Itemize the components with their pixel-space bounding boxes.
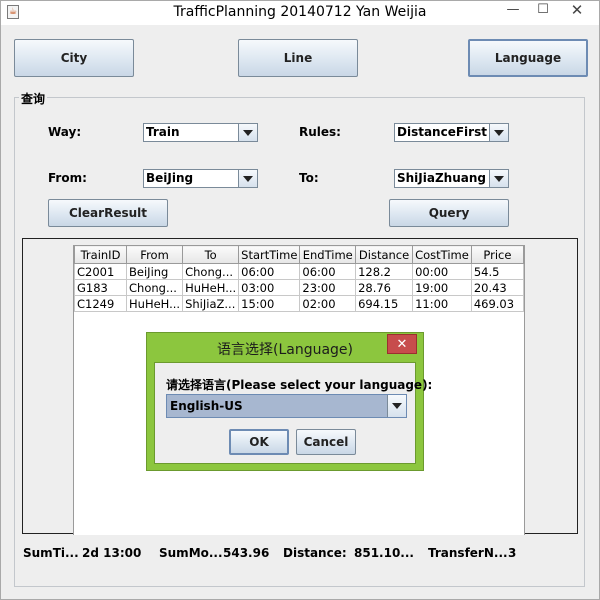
- table-cell[interactable]: 19:00: [412, 279, 472, 296]
- clear-result-button[interactable]: ClearResult: [48, 199, 168, 227]
- table-cell[interactable]: 128.2: [355, 263, 414, 280]
- column-header[interactable]: StartTime: [238, 245, 301, 264]
- close-window-button[interactable]: ✕: [558, 1, 596, 21]
- table-cell[interactable]: Chong...: [126, 279, 184, 296]
- column-header[interactable]: To: [182, 245, 240, 264]
- transfer-label: TransferN...: [428, 546, 508, 560]
- chevron-down-icon[interactable]: [489, 170, 508, 187]
- rules-select-value: DistanceFirst: [397, 125, 487, 139]
- table-cell[interactable]: 06:00: [299, 263, 357, 280]
- table-row[interactable]: G183 Chong... HuHeH... 03:00 23:00 28.76…: [73, 279, 525, 296]
- column-header[interactable]: TrainID: [73, 245, 128, 264]
- distance-label: Distance:: [283, 546, 347, 560]
- way-select[interactable]: Train: [143, 123, 258, 142]
- language-dialog: 语言选择(Language) ✕ 请选择语言(Please select you…: [146, 332, 432, 471]
- table-cell[interactable]: 00:00: [412, 263, 472, 280]
- way-label: Way:: [48, 125, 82, 139]
- table-cell[interactable]: 11:00: [412, 295, 472, 312]
- minimize-button[interactable]: —: [498, 1, 528, 21]
- dialog-title: 语言选择(Language): [216, 342, 353, 358]
- table-cell[interactable]: 694.15: [355, 295, 414, 312]
- column-header[interactable]: Distance: [355, 245, 414, 264]
- close-icon[interactable]: ✕: [387, 334, 417, 354]
- main-window: ☕ TrafficPlanning 20140712 Yan Weijia — …: [0, 0, 600, 600]
- to-select-value: ShiJiaZhuang: [397, 171, 486, 185]
- line-button[interactable]: Line: [238, 39, 358, 77]
- language-prompt: 请选择语言(Please select your language):: [166, 378, 433, 392]
- language-button[interactable]: Language: [468, 39, 588, 77]
- column-header[interactable]: EndTime: [299, 245, 357, 264]
- query-group-legend: 查询: [19, 90, 48, 107]
- column-header[interactable]: From: [126, 245, 184, 264]
- chevron-down-icon[interactable]: [489, 124, 508, 141]
- sum-money-value: 543.96: [223, 546, 270, 560]
- table-cell[interactable]: 28.76: [355, 279, 414, 296]
- table-header-row: TrainID From To StartTime EndTime Distan…: [73, 245, 525, 264]
- table-cell[interactable]: BeiJing: [126, 263, 184, 280]
- from-select[interactable]: BeiJing: [143, 169, 258, 188]
- table-cell[interactable]: ShiJiaZ...: [182, 295, 240, 312]
- table-row[interactable]: C2001 BeiJing Chong... 06:00 06:00 128.2…: [73, 263, 525, 280]
- to-select[interactable]: ShiJiaZhuang: [394, 169, 509, 188]
- distance-value: 851.10...: [354, 546, 414, 560]
- cancel-button[interactable]: Cancel: [296, 429, 356, 455]
- table-cell[interactable]: 03:00: [238, 279, 301, 296]
- chevron-down-icon[interactable]: [387, 395, 406, 417]
- sum-time-value: 2d 13:00: [82, 546, 142, 560]
- sum-time-label: SumTi...: [23, 546, 79, 560]
- table-row[interactable]: C1249 HuHeH... ShiJiaZ... 15:00 02:00 69…: [73, 295, 525, 312]
- column-header[interactable]: CostTime: [412, 245, 472, 264]
- transfer-value: 3: [508, 546, 517, 560]
- table-cell[interactable]: 06:00: [238, 263, 301, 280]
- from-select-value: BeiJing: [146, 171, 194, 185]
- rules-select[interactable]: DistanceFirst: [394, 123, 509, 142]
- language-select-value: English-US: [170, 399, 243, 413]
- table-cell[interactable]: G183: [73, 279, 128, 296]
- table-cell[interactable]: C1249: [73, 295, 128, 312]
- table-cell[interactable]: Chong...: [182, 263, 240, 280]
- city-button[interactable]: City: [14, 39, 134, 77]
- column-header[interactable]: Price: [470, 245, 525, 264]
- ok-button[interactable]: OK: [229, 429, 289, 455]
- maximize-button[interactable]: ☐: [528, 1, 558, 21]
- table-cell[interactable]: 20.43: [470, 279, 525, 296]
- to-label: To:: [299, 171, 319, 185]
- from-label: From:: [48, 171, 87, 185]
- way-select-value: Train: [146, 125, 180, 139]
- table-cell[interactable]: 54.5: [470, 263, 525, 280]
- language-select[interactable]: English-US: [166, 394, 407, 418]
- rules-label: Rules:: [299, 125, 341, 139]
- sum-money-label: SumMo...: [159, 546, 223, 560]
- table-cell[interactable]: 02:00: [299, 295, 357, 312]
- query-button[interactable]: Query: [389, 199, 509, 227]
- table-cell[interactable]: C2001: [73, 263, 128, 280]
- table-cell[interactable]: HuHeH...: [182, 279, 240, 296]
- results-table: TrainID From To StartTime EndTime Distan…: [73, 245, 525, 312]
- table-cell[interactable]: 15:00: [238, 295, 301, 312]
- table-cell[interactable]: 469.03: [470, 295, 525, 312]
- chevron-down-icon[interactable]: [238, 124, 257, 141]
- table-cell[interactable]: 23:00: [299, 279, 357, 296]
- title-bar: ☕ TrafficPlanning 20140712 Yan Weijia — …: [1, 1, 599, 25]
- table-cell[interactable]: HuHeH...: [126, 295, 184, 312]
- chevron-down-icon[interactable]: [238, 170, 257, 187]
- dialog-body: 请选择语言(Please select your language): Engl…: [154, 362, 432, 464]
